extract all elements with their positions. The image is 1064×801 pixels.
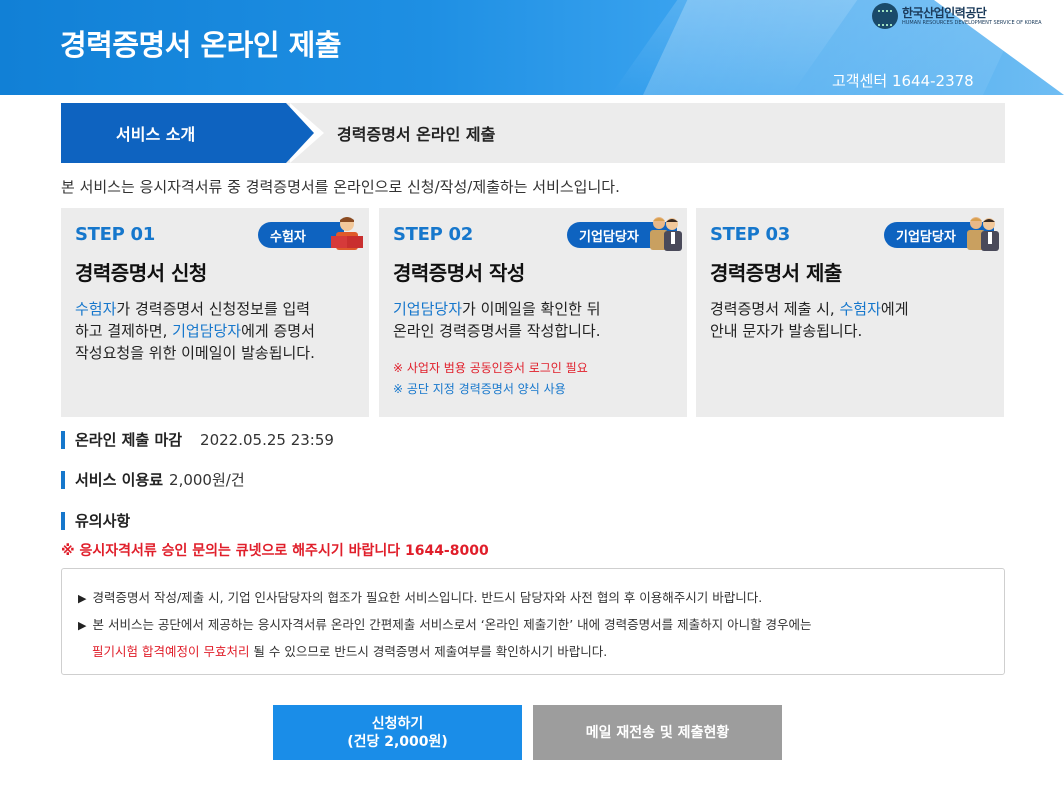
- logo-icon: [872, 3, 898, 29]
- step-card-1: STEP 01 수험자 경력증명서 신청 수험자가 경력증명서 신청정보를 입력…: [61, 208, 369, 417]
- tab-arrow: [286, 103, 314, 163]
- desc-text: 안내 문자가 발송됩니다.: [710, 322, 863, 340]
- section-bar: [61, 470, 65, 489]
- deadline-label: 온라인 제출 마감: [75, 431, 183, 449]
- deadline-value: 2022.05.25 23:59: [200, 430, 334, 449]
- desc-text: 경력증명서 제출 시,: [710, 300, 840, 318]
- qnet-inquiry-warning: ※ 응시자격서류 승인 문의는 큐넷으로 해주시기 바랍니다 1644-8000: [61, 543, 489, 559]
- tab-online-submit[interactable]: 경력증명서 온라인 제출: [337, 103, 495, 163]
- step-description: 기업담당자가 이메일을 확인한 뒤 온라인 경력증명서를 작성합니다.: [393, 298, 673, 342]
- step-tab-bar: 서비스 소개 경력증명서 온라인 제출: [61, 103, 1005, 163]
- notice-item-2: ▶ 본 서비스는 공단에서 제공하는 응시자격서류 온라인 간편제출 서비스로서 …: [78, 617, 812, 632]
- step-title: 경력증명서 제출: [710, 261, 842, 285]
- logo-name-en: HUMAN RESOURCES DEVELOPMENT SERVICE OF K…: [902, 19, 1042, 26]
- desc-text: 작성요청을 위한 이메일이 발송됩니다.: [75, 344, 315, 362]
- highlight-company: 기업담당자: [393, 300, 463, 318]
- step-title: 경력증명서 작성: [393, 261, 525, 285]
- resend-mail-status-button[interactable]: 메일 재전송 및 제출현황: [533, 705, 782, 760]
- highlight-examinee: 수험자: [839, 300, 881, 318]
- desc-text: 가 경력증명서 신청정보를 입력: [116, 300, 311, 318]
- step-title: 경력증명서 신청: [75, 261, 207, 285]
- service-intro-text: 본 서비스는 응시자격서류 중 경력증명서를 온라인으로 신청/작성/제출하는 …: [61, 178, 620, 196]
- fee-value: 2,000원/건: [169, 471, 245, 489]
- note-form-template: ※ 공단 지정 경력증명서 양식 사용: [393, 382, 566, 396]
- fee-label: 서비스 이용료: [75, 471, 164, 489]
- highlight-company: 기업담당자: [172, 322, 242, 340]
- triangle-bullet-icon: ▶: [78, 592, 87, 605]
- desc-text: 에게: [880, 300, 909, 318]
- caution-row: 유의사항: [61, 510, 130, 531]
- step-description: 경력증명서 제출 시, 수험자에게 안내 문자가 발송됩니다.: [710, 298, 990, 342]
- logo-name: 한국산업인력공단: [902, 5, 987, 20]
- company-person-icon: [967, 217, 999, 251]
- apply-button[interactable]: 신청하기 (건당 2,000원): [273, 705, 522, 760]
- desc-text: 에게 증명서: [241, 322, 315, 340]
- notice-item-1: ▶ 경력증명서 작성/제출 시, 기업 인사담당자의 협조가 필요한 서비스입니다…: [78, 590, 763, 605]
- examinee-person-icon: [331, 217, 363, 250]
- note-certificate-login: ※ 사업자 범용 공동인증서 로그인 필요: [393, 361, 588, 375]
- section-bar: [61, 511, 65, 530]
- deadline-row: 온라인 제출 마감 2022.05.25 23:59: [61, 429, 334, 450]
- triangle-bullet-icon: ▶: [78, 619, 87, 632]
- step-card-2: STEP 02 기업담당자 경력증명서 작성 기업담당자가 이메일을 확인한 뒤…: [379, 208, 687, 417]
- page-header: 경력증명서 온라인 제출 고객센터 1644-2378 한국산업인력공단 HUM…: [0, 0, 1064, 95]
- desc-text: 가 이메일을 확인한 뒤: [462, 300, 601, 318]
- step-notes: ※ 사업자 범용 공동인증서 로그인 필요 ※ 공단 지정 경력증명서 양식 사…: [393, 358, 673, 400]
- invalidation-warning: 필기시험 합격예정이 무효처리: [92, 644, 250, 659]
- page-title: 경력증명서 온라인 제출: [60, 28, 342, 62]
- notice-box: ▶ 경력증명서 작성/제출 시, 기업 인사담당자의 협조가 필요한 서비스입니다…: [61, 568, 1005, 675]
- hrdk-logo[interactable]: 한국산업인력공단 HUMAN RESOURCES DEVELOPMENT SER…: [872, 3, 1042, 29]
- step-description: 수험자가 경력증명서 신청정보를 입력 하고 결제하면, 기업담당자에게 증명서…: [75, 298, 355, 364]
- caution-label: 유의사항: [75, 512, 131, 530]
- highlight-examinee: 수험자: [75, 300, 117, 318]
- customer-center-phone: 고객센터 1644-2378: [832, 72, 974, 90]
- section-bar: [61, 430, 65, 449]
- desc-text: 하고 결제하면,: [75, 322, 173, 340]
- fee-row: 서비스 이용료 2,000원/건: [61, 469, 245, 490]
- company-person-icon: [650, 217, 682, 251]
- step-card-3: STEP 03 기업담당자 경력증명서 제출 경력증명서 제출 시, 수험자에게…: [696, 208, 1004, 417]
- desc-text: 온라인 경력증명서를 작성합니다.: [393, 322, 601, 340]
- notice-item-2-cont: 필기시험 합격예정이 무효처리 될 수 있으므로 반드시 경력증명서 제출여부를…: [92, 644, 608, 659]
- tab-service-intro[interactable]: 서비스 소개: [61, 103, 286, 163]
